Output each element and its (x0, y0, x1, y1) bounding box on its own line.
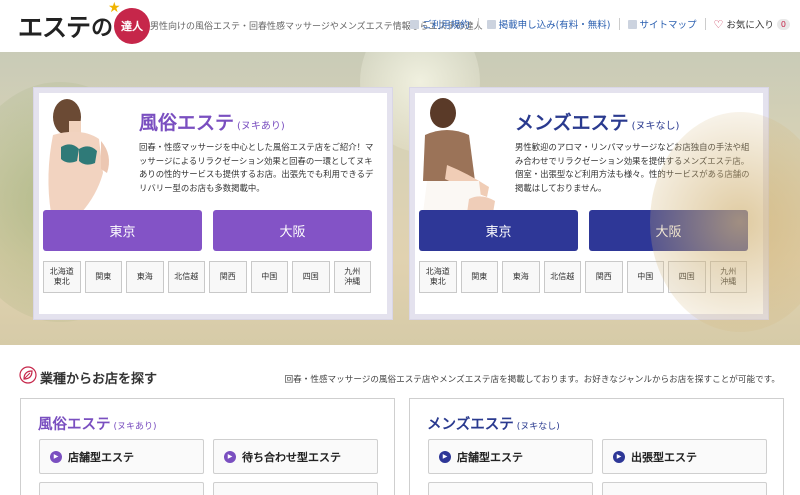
mens-region-chugoku[interactable]: 中国 (626, 261, 664, 293)
square-icon (410, 19, 420, 29)
mens-region-kanto[interactable]: 関東 (460, 261, 498, 293)
section-note: 回春・性感マッサージの風俗エステ店やメンズエステ店を掲載しております。お好きなジ… (284, 375, 780, 385)
fuzoku-region-kyushu-okinawa[interactable]: 九州 沖縄 (333, 261, 371, 293)
button-label: 店舗型エステ (457, 450, 523, 464)
arrow-right-icon: ▶ (613, 450, 625, 463)
button-label: 出張型エステ (631, 450, 697, 464)
button-label: 待ち合わせ型エステ (242, 450, 341, 464)
fuzoku-category-buttons-row2 (39, 482, 378, 495)
sitemap-link[interactable]: サイトマップ (627, 17, 697, 31)
mens-region-shikoku[interactable]: 四国 (668, 261, 706, 293)
region-label: 九州 沖縄 (344, 267, 361, 286)
arrow-right-icon: ▶ (439, 450, 451, 463)
mens-region-buttons: 北海道 東北 関東 東海 北信越 関西 中国 四国 九州 沖縄 (419, 261, 747, 293)
arrow-right-icon: ▶ (50, 450, 62, 463)
terms-link[interactable]: ご利用規約 (410, 17, 470, 31)
fuzoku-region-kanto[interactable]: 関東 (84, 261, 122, 293)
mens-panel-subtitle: (ヌキなし) (516, 422, 560, 432)
mens-esthe-card: メンズエステ (ヌキなし) 男性歓迎のアロマ・リンパマッサージなどお店独自の手法や… (410, 88, 768, 319)
fuzoku-region-buttons: 北海道 東北 関東 東海 北信越 関西 中国 四国 九州 沖縄 (43, 261, 371, 293)
mens-category-button-partial[interactable] (602, 482, 767, 495)
leaf-icon (19, 366, 37, 384)
fuzoku-meetup-type-button[interactable]: ▶ 待ち合わせ型エステ (213, 439, 378, 474)
listing-apply-link[interactable]: 掲載申し込み(有料・無料) (486, 17, 611, 31)
nav-divider (704, 18, 706, 30)
fuzoku-card-description: 回春・性感マッサージを中心とした風俗エステ店をご紹介！マッサージによるリラクゼー… (139, 142, 374, 193)
fuzoku-esthe-card: 風俗エステ (ヌキあり) 回春・性感マッサージを中心とした風俗エステ店をご紹介！マ… (34, 88, 392, 319)
nav-divider (477, 18, 479, 30)
mens-panel-title-text: メンズエステ (427, 417, 514, 433)
listing-apply-link-label: 掲載申し込み(有料・無料) (498, 20, 611, 31)
mens-region-kansai[interactable]: 関西 (585, 261, 623, 293)
site-logo[interactable]: エステ の ★ 達人 (18, 0, 151, 44)
section-title: 業種からお店を探す (40, 372, 158, 387)
nav-divider (618, 18, 620, 30)
mens-region-kyushu-okinawa[interactable]: 九州 沖縄 (709, 261, 747, 293)
square-icon (627, 19, 637, 29)
fuzoku-region-hokushinetsu[interactable]: 北信越 (167, 261, 205, 293)
fuzoku-city-buttons: 東京 大阪 (43, 210, 372, 251)
star-icon: ★ (108, 0, 121, 16)
header-nav: ご利用規約 掲載申し込み(有料・無料) サイトマップ ♡ お気に入り 0 (410, 17, 790, 31)
mens-osaka-button[interactable]: 大阪 (589, 210, 748, 251)
fuzoku-region-tokai[interactable]: 東海 (126, 261, 164, 293)
square-icon (486, 19, 496, 29)
mens-city-buttons: 東京 大阪 (419, 210, 748, 251)
fuzoku-category-buttons: ▶ 店舗型エステ ▶ 待ち合わせ型エステ (39, 439, 378, 474)
fuzoku-panel-title[interactable]: 風俗エステ (ヌキあり) (38, 413, 157, 434)
fuzoku-category-button-partial[interactable] (213, 482, 378, 495)
fuzoku-shop-type-button[interactable]: ▶ 店舗型エステ (39, 439, 204, 474)
mens-panel-title[interactable]: メンズエステ (ヌキなし) (427, 413, 560, 434)
terms-link-label: ご利用規約 (422, 20, 470, 31)
mens-category-buttons-row2 (428, 482, 767, 495)
fuzoku-region-shikoku[interactable]: 四国 (292, 261, 330, 293)
logo-text: エステ (18, 13, 91, 42)
logo-seal-text: 達人 (121, 20, 144, 33)
model-photo-bikini (48, 99, 109, 213)
fuzoku-region-chugoku[interactable]: 中国 (250, 261, 288, 293)
mens-category-panel: メンズエステ (ヌキなし) ▶ 店舗型エステ ▶ 出張型エステ (409, 398, 784, 495)
site-header: エステ の ★ 達人 男性向けの風俗エステ・回春性感マッサージやメンズエステ情報… (0, 0, 800, 52)
fuzoku-category-panel: 風俗エステ (ヌキあり) ▶ 店舗型エステ ▶ 待ち合わせ型エステ (20, 398, 395, 495)
fuzoku-panel-title-text: 風俗エステ (38, 417, 111, 433)
region-label: 九州 沖縄 (720, 267, 737, 286)
fuzoku-region-kansai[interactable]: 関西 (209, 261, 247, 293)
region-label: 北海道 東北 (425, 267, 450, 286)
mens-region-hokushinetsu[interactable]: 北信越 (543, 261, 581, 293)
favorites-link[interactable]: ♡ お気に入り 0 (714, 17, 790, 31)
search-by-category-header: 業種からお店を探す 回春・性感マッサージの風俗エステ店やメンズエステ店を掲載して… (0, 362, 800, 392)
mens-card-description: 男性歓迎のアロマ・リンパマッサージなどお店独自の手法や組み合わせでリラクゼーショ… (515, 142, 750, 193)
region-label: 北海道 東北 (49, 267, 74, 286)
mens-category-button-partial[interactable] (428, 482, 593, 495)
model-photo-therapist (423, 98, 495, 213)
heart-icon: ♡ (713, 17, 724, 31)
mens-subtitle: (ヌキなし) (631, 121, 680, 132)
mens-category-buttons: ▶ 店舗型エステ ▶ 出張型エステ (428, 439, 767, 474)
button-label: 店舗型エステ (68, 450, 134, 464)
mens-region-hokkaido-tohoku[interactable]: 北海道 東北 (419, 261, 457, 293)
fuzoku-tokyo-button[interactable]: 東京 (43, 210, 202, 251)
fuzoku-title-text: 風俗エステ (139, 112, 235, 134)
favorites-label: お気に入り (726, 20, 774, 31)
fuzoku-subtitle: (ヌキあり) (237, 121, 285, 132)
mens-shop-type-button[interactable]: ▶ 店舗型エステ (428, 439, 593, 474)
mens-tokyo-button[interactable]: 東京 (419, 210, 578, 251)
logo-seal: ★ 達人 (108, 0, 151, 44)
fuzoku-card-title[interactable]: 風俗エステ (ヌキあり) (139, 108, 285, 135)
mens-region-tokai[interactable]: 東海 (502, 261, 540, 293)
fuzoku-osaka-button[interactable]: 大阪 (213, 210, 372, 251)
mens-card-title[interactable]: メンズエステ (ヌキなし) (515, 108, 679, 135)
favorites-count-badge: 0 (776, 18, 790, 30)
mens-delivery-type-button[interactable]: ▶ 出張型エステ (602, 439, 767, 474)
arrow-right-icon: ▶ (224, 450, 236, 463)
fuzoku-region-hokkaido-tohoku[interactable]: 北海道 東北 (43, 261, 81, 293)
fuzoku-category-button-partial[interactable] (39, 482, 204, 495)
sitemap-link-label: サイトマップ (639, 20, 697, 31)
fuzoku-panel-subtitle: (ヌキあり) (113, 422, 157, 432)
hero-banner: 風俗エステ (ヌキあり) 回春・性感マッサージを中心とした風俗エステ店をご紹介！マ… (0, 52, 800, 345)
mens-title-text: メンズエステ (515, 112, 629, 134)
